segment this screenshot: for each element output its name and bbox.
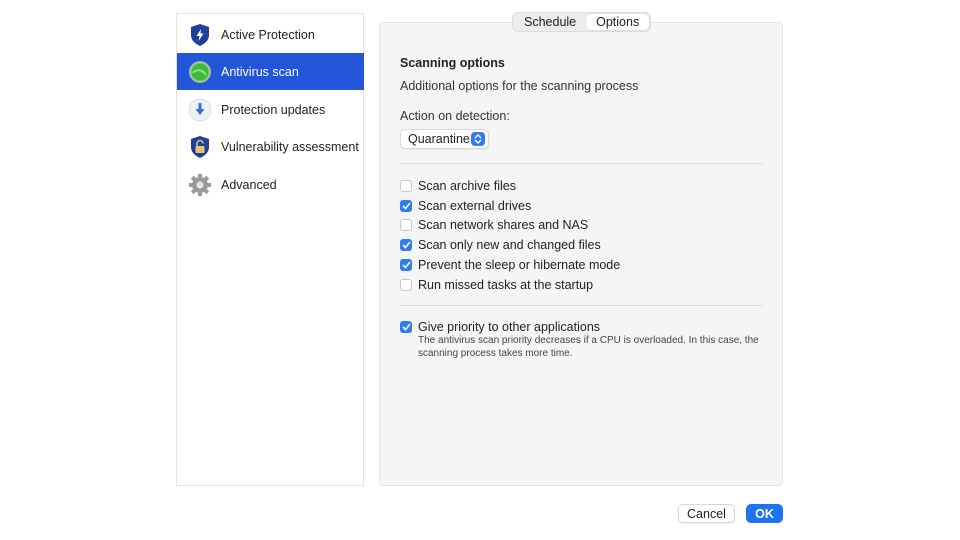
checkbox-scan-external-drives[interactable]: Scan external drives xyxy=(400,199,531,213)
checkbox[interactable] xyxy=(400,180,412,192)
checkbox-scan-only-new-changed[interactable]: Scan only new and changed files xyxy=(400,238,601,252)
tab-switcher: Schedule Options xyxy=(512,12,652,32)
checkbox-label: Prevent the sleep or hibernate mode xyxy=(418,258,621,272)
sidebar-item-label: Advanced xyxy=(221,177,277,192)
sidebar: Active Protection Antivirus scan Protect… xyxy=(176,13,364,486)
gear-icon xyxy=(187,172,213,198)
antivirus-scan-icon xyxy=(187,59,213,85)
checkbox-label: Scan only new and changed files xyxy=(418,238,601,252)
checkbox-give-priority[interactable]: Give priority to other applications xyxy=(400,320,600,334)
updown-arrows-icon xyxy=(471,132,485,146)
section-title: Scanning options xyxy=(400,56,505,70)
section-subtitle: Additional options for the scanning proc… xyxy=(400,79,639,93)
sidebar-item-label: Antivirus scan xyxy=(221,64,299,79)
checkbox[interactable] xyxy=(400,239,412,251)
cancel-button[interactable]: Cancel xyxy=(678,504,735,523)
ok-button[interactable]: OK xyxy=(746,504,783,523)
priority-note: The antivirus scan priority decreases if… xyxy=(418,335,759,359)
checkmark-icon xyxy=(401,261,411,269)
checkmark-icon xyxy=(401,323,411,331)
checkmark-icon xyxy=(401,202,411,210)
divider xyxy=(400,163,763,164)
checkbox-prevent-sleep[interactable]: Prevent the sleep or hibernate mode xyxy=(400,258,620,272)
checkbox-label: Scan archive files xyxy=(418,179,516,193)
sidebar-item-advanced[interactable]: Advanced xyxy=(177,166,364,203)
tab-schedule[interactable]: Schedule xyxy=(514,14,586,30)
sidebar-item-protection-updates[interactable]: Protection updates xyxy=(177,91,364,128)
checkbox-run-missed-tasks[interactable]: Run missed tasks at the startup xyxy=(400,278,593,292)
sidebar-item-label: Protection updates xyxy=(221,102,326,117)
action-on-detection-select[interactable]: Quarantine xyxy=(400,129,489,149)
select-value: Quarantine xyxy=(408,132,470,146)
sidebar-item-antivirus-scan[interactable]: Antivirus scan xyxy=(177,53,364,90)
action-on-detection-label: Action on detection: xyxy=(400,109,510,123)
checkbox[interactable] xyxy=(400,321,412,333)
divider xyxy=(400,305,763,306)
checkbox-label: Run missed tasks at the startup xyxy=(418,278,594,292)
sidebar-item-vulnerability-assessment[interactable]: Vulnerability assessment xyxy=(177,128,364,165)
checkbox[interactable] xyxy=(400,219,412,231)
checkmark-icon xyxy=(401,241,411,249)
download-arrow-icon xyxy=(187,97,213,123)
sidebar-item-active-protection[interactable]: Active Protection xyxy=(177,16,364,53)
sidebar-item-label: Vulnerability assessment xyxy=(221,139,359,154)
shield-lock-icon xyxy=(187,134,213,160)
checkbox-scan-archive-files[interactable]: Scan archive files xyxy=(400,179,516,193)
checkbox[interactable] xyxy=(400,279,412,291)
checkbox[interactable] xyxy=(400,200,412,212)
checkbox-label: Scan network shares and NAS xyxy=(418,218,589,232)
checkbox-label: Give priority to other applications xyxy=(418,320,601,334)
sidebar-item-label: Active Protection xyxy=(221,27,315,42)
shield-bolt-icon xyxy=(187,22,213,48)
checkbox-label: Scan external drives xyxy=(418,199,532,213)
tab-options[interactable]: Options xyxy=(586,14,650,30)
checkbox[interactable] xyxy=(400,259,412,271)
checkbox-scan-network-shares[interactable]: Scan network shares and NAS xyxy=(400,218,588,232)
